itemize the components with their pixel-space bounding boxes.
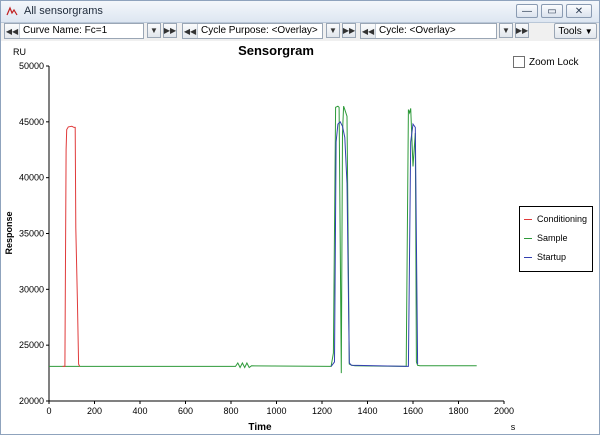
legend-item: Sample — [524, 232, 568, 244]
y-tick-label: 45000 — [19, 117, 44, 127]
next-curve-icon[interactable]: ▶▶ — [163, 23, 177, 38]
x-tick-label: 1400 — [357, 406, 377, 416]
cycle-purpose-select[interactable]: ◀◀ Cycle Purpose: <Overlay> — [182, 23, 323, 39]
y-tick-label: 25000 — [19, 340, 44, 350]
maximize-button[interactable]: ▭ — [541, 4, 563, 18]
x-tick-label: 800 — [223, 406, 238, 416]
legend-label: Conditioning — [537, 214, 588, 224]
chart-title: Sensorgram — [238, 43, 314, 58]
series-line-startup — [330, 120, 419, 367]
first-cycle-icon[interactable]: ◀◀ — [361, 24, 376, 38]
legend-label: Startup — [537, 252, 567, 262]
x-axis-title: Time — [248, 422, 272, 433]
minimize-icon: — — [522, 5, 532, 17]
legend-item: Conditioning — [524, 213, 587, 225]
cycle-label: Cycle: <Overlay> — [379, 25, 456, 36]
title-bar: All sensorgrams — ▭ ✕ — [1, 1, 599, 23]
series-line-conditioning — [62, 125, 81, 367]
first-purpose-icon[interactable]: ◀◀ — [183, 24, 198, 38]
legend-swatch — [524, 237, 532, 239]
zoom-lock-checkbox[interactable] — [513, 56, 525, 68]
tools-button[interactable]: Tools ▼ — [554, 23, 597, 39]
sensorgram-chart: SensorgramRU2000025000300003500040000450… — [4, 43, 516, 433]
zoom-lock-toggle[interactable]: Zoom Lock — [513, 56, 578, 68]
close-button[interactable]: ✕ — [566, 4, 592, 18]
y-tick-label: 50000 — [19, 61, 44, 71]
y-unit-label: RU — [13, 47, 26, 57]
x-tick-label: 2000 — [494, 406, 514, 416]
y-tick-label: 30000 — [19, 284, 44, 294]
app-icon — [6, 6, 18, 16]
tools-label: Tools — [558, 25, 582, 37]
y-tick-label: 20000 — [19, 396, 44, 406]
first-curve-icon[interactable]: ◀◀ — [5, 24, 20, 38]
legend-label: Sample — [537, 233, 568, 243]
minimize-button[interactable]: — — [516, 4, 538, 18]
curve-name-label: Curve Name: Fc=1 — [23, 25, 108, 36]
x-tick-label: 1200 — [312, 406, 332, 416]
chevron-down-icon: ▼ — [584, 26, 593, 36]
close-icon: ✕ — [574, 5, 584, 17]
x-tick-label: 400 — [132, 406, 147, 416]
cycle-dropdown-icon[interactable]: ▼ — [499, 23, 513, 38]
zoom-lock-label: Zoom Lock — [529, 56, 579, 68]
series-line-sample — [49, 105, 477, 374]
cycle-select[interactable]: ◀◀ Cycle: <Overlay> — [360, 23, 497, 39]
y-axis-title: Response — [4, 211, 14, 254]
legend-swatch — [524, 218, 532, 220]
cycle-purpose-label: Cycle Purpose: <Overlay> — [201, 25, 318, 36]
maximize-icon: ▭ — [547, 5, 557, 17]
y-tick-label: 35000 — [19, 229, 44, 239]
sensorgram-window: All sensorgrams — ▭ ✕ ◀◀ Curve Name: Fc=… — [0, 0, 600, 435]
x-tick-label: 1000 — [266, 406, 286, 416]
y-tick-label: 40000 — [19, 173, 44, 183]
next-cycle-icon[interactable]: ▶▶ — [515, 23, 529, 38]
window-title: All sensorgrams — [24, 5, 103, 17]
x-unit-label: s — [511, 422, 516, 432]
legend-item: Startup — [524, 251, 566, 263]
next-purpose-icon[interactable]: ▶▶ — [342, 23, 356, 38]
chart-legend: Conditioning Sample Startup — [519, 206, 593, 272]
x-tick-label: 600 — [178, 406, 193, 416]
x-tick-label: 0 — [46, 406, 51, 416]
x-tick-label: 1600 — [403, 406, 423, 416]
x-tick-label: 200 — [87, 406, 102, 416]
curve-dropdown-icon[interactable]: ▼ — [147, 23, 161, 38]
purpose-dropdown-icon[interactable]: ▼ — [326, 23, 340, 38]
legend-swatch — [524, 256, 532, 258]
curve-name-select[interactable]: ◀◀ Curve Name: Fc=1 — [4, 23, 144, 39]
x-tick-label: 1800 — [448, 406, 468, 416]
